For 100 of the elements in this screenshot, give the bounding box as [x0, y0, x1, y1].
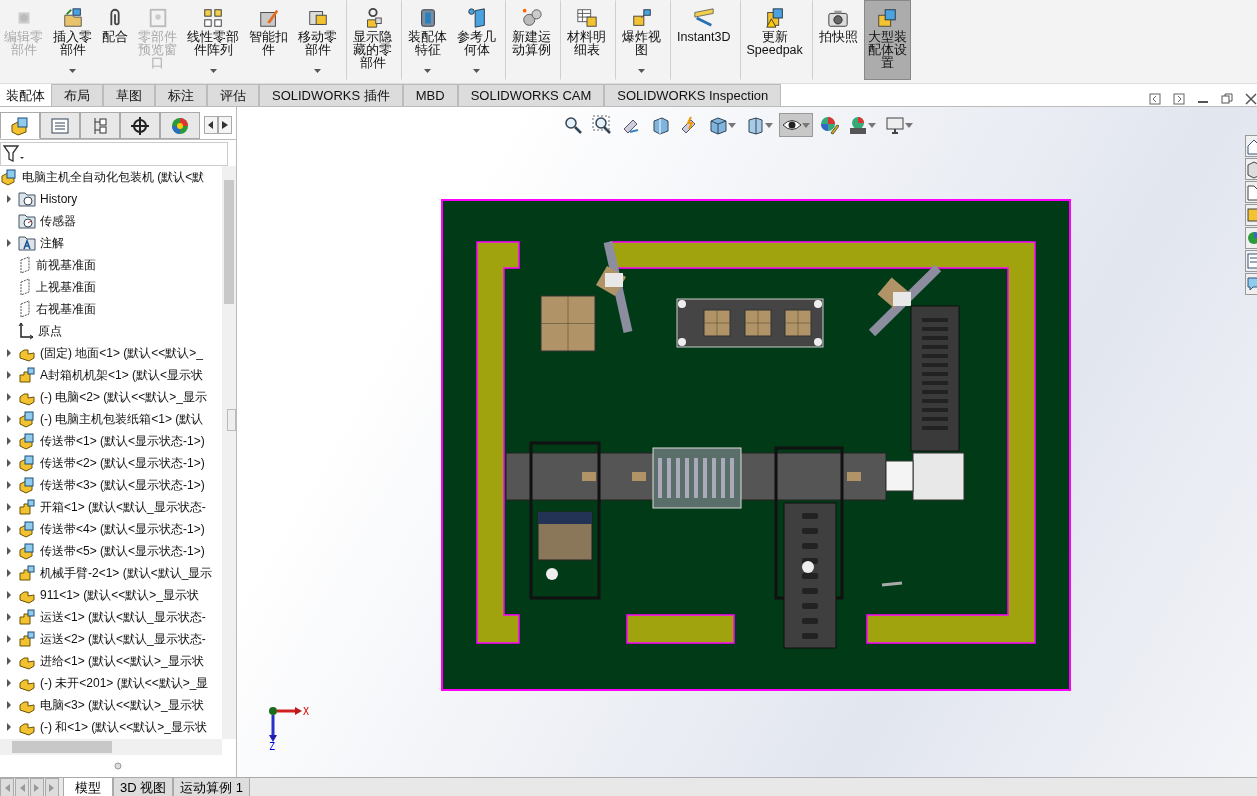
ribbon-tab[interactable]: MBD	[402, 84, 458, 106]
sheet-tab[interactable]: 运动算例 1	[173, 778, 251, 796]
caret-icon	[473, 69, 480, 73]
task-pane-tab[interactable]	[1245, 204, 1257, 226]
scroll-right-button[interactable]	[218, 116, 232, 134]
tree-item[interactable]: 传送带<3> (默认<显示状态-1>)	[40, 476, 205, 494]
blocks-icon	[630, 7, 653, 29]
expand-arrow-icon[interactable]	[4, 722, 14, 732]
expand-arrow-icon[interactable]	[4, 392, 14, 402]
tree-item[interactable]: 传送带<5> (默认<显示状态-1>)	[40, 542, 205, 560]
sheet-tab[interactable]: 模型	[63, 778, 113, 796]
tree-item[interactable]: (-) 电脑主机包装纸箱<1> (默认	[40, 410, 204, 428]
vertical-scrollbar[interactable]	[222, 166, 236, 739]
expand-arrow-icon[interactable]	[4, 546, 14, 556]
ribbon-tab[interactable]: 标注	[155, 84, 207, 106]
ribbon-button[interactable]: 大型装 配体设 置	[863, 0, 911, 80]
sheet-tab[interactable]: 3D 视图	[113, 778, 174, 796]
ribbon-button[interactable]: 拍快照	[811, 0, 862, 80]
caret-icon	[802, 122, 810, 128]
tree-item[interactable]: 右视基准面	[36, 300, 96, 318]
expand-arrow-icon[interactable]	[4, 370, 14, 380]
expand-arrow-icon[interactable]	[4, 502, 14, 512]
expand-arrow-icon[interactable]	[4, 458, 14, 468]
tree-item[interactable]: 911<1> (默认<<默认>_显示状	[40, 586, 199, 604]
ribbon-button[interactable]: 配合	[98, 0, 132, 80]
tree-item[interactable]: 注解	[40, 234, 64, 252]
origin-icon	[18, 322, 34, 340]
expand-arrow-icon[interactable]	[4, 348, 14, 358]
expand-arrow-icon[interactable]	[4, 194, 14, 204]
expand-arrow-icon[interactable]	[4, 568, 14, 578]
ribbon-button[interactable]: 显示隐 藏的零 部件	[346, 0, 396, 80]
ribbon-tab[interactable]: SOLIDWORKS CAM	[457, 84, 605, 106]
expand-arrow-icon[interactable]	[4, 678, 14, 688]
tree-item[interactable]: 运送<1> (默认<默认_显示状态-	[40, 608, 206, 626]
assembly-icon	[18, 410, 36, 428]
plane-icon	[18, 278, 32, 296]
ribbon-tab[interactable]: SOLIDWORKS Inspection	[604, 84, 782, 106]
tree-item[interactable]: 传感器	[40, 212, 76, 230]
ribbon-button[interactable]: 智能扣 件	[245, 0, 292, 80]
tree-item[interactable]: (-) 电脑<2> (默认<<默认>_显示	[40, 388, 208, 406]
tree-item[interactable]: 运送<2> (默认<默认_显示状态-	[40, 630, 206, 648]
tree-item[interactable]: 机械手臂-2<1> (默认<默认_显示	[40, 564, 213, 582]
scroll-left-button[interactable]	[204, 116, 218, 134]
task-pane-tab[interactable]	[1245, 227, 1257, 249]
tree-item[interactable]: (固定) 地面<1> (默认<<默认>_	[40, 344, 204, 362]
restore-icon[interactable]	[1149, 93, 1161, 105]
tree-item[interactable]: 前视基准面	[36, 256, 96, 274]
ribbon-button[interactable]: 材料明 细表	[560, 0, 610, 80]
view-tool-button[interactable]	[779, 113, 813, 137]
tree-item[interactable]: 传送带<1> (默认<显示状态-1>)	[40, 432, 205, 450]
tree-item[interactable]: 电脑<3> (默认<<默认>_显示状	[40, 696, 204, 714]
panel-collapse-handle[interactable]	[227, 409, 236, 431]
ribbon-button[interactable]: 爆炸视 图	[615, 0, 665, 80]
expand-arrow-icon[interactable]	[4, 612, 14, 622]
ribbon-button[interactable]: 参考几 何体	[453, 0, 500, 80]
tree-item[interactable]: 进给<1> (默认<<默认>_显示状	[40, 652, 204, 670]
ribbon-tab[interactable]: SOLIDWORKS 插件	[259, 84, 403, 106]
expand-arrow-icon[interactable]	[4, 700, 14, 710]
tree-item[interactable]: (-) 和<1> (默认<<默认>_显示状	[40, 718, 208, 736]
expand-arrow-icon[interactable]	[4, 634, 14, 644]
ribbon-tab[interactable]: 布局	[51, 84, 103, 106]
tree-item[interactable]: 电脑主机全自动化包装机 (默认<默	[22, 168, 205, 186]
ribbon-button[interactable]: Instant3D	[670, 0, 735, 80]
expand-arrow-icon[interactable]	[4, 238, 14, 248]
caret-icon	[314, 69, 321, 73]
task-pane-tab[interactable]	[1245, 135, 1257, 157]
expand-arrow-icon[interactable]	[4, 524, 14, 534]
expand-arrow-icon[interactable]	[4, 656, 14, 666]
expand-arrow-icon[interactable]	[4, 414, 14, 424]
panel-tab[interactable]	[120, 112, 160, 139]
z-axis-arrow	[269, 715, 277, 742]
tree-item[interactable]: A封箱机机架<1> (默认<显示状	[40, 366, 204, 384]
box-icon	[745, 115, 765, 135]
tile-icon[interactable]	[1173, 93, 1185, 105]
expand-arrow-icon[interactable]	[4, 436, 14, 446]
tree-item[interactable]: 传送带<4> (默认<显示状态-1>)	[40, 520, 205, 538]
pie-icon	[170, 115, 190, 136]
ribbon-button[interactable]: 更新 Speedpak	[739, 0, 807, 80]
filter-field[interactable]	[0, 142, 228, 166]
resize-grip-icon[interactable]	[114, 762, 122, 770]
tree-item[interactable]: 传送带<2> (默认<显示状态-1>)	[40, 454, 205, 472]
ribbon-button[interactable]: 新建运 动算例	[505, 0, 555, 80]
ribbon-button[interactable]: 线性零部 件阵列	[183, 0, 243, 80]
tree-item[interactable]: 开箱<1> (默认<默认_显示状态-	[40, 498, 206, 516]
ribbon-tab[interactable]: 草图	[103, 84, 155, 106]
expand-arrow-icon[interactable]	[4, 590, 14, 600]
task-pane-tab[interactable]	[1245, 158, 1257, 180]
tree-item[interactable]: 原点	[38, 322, 62, 340]
ribbon-tab[interactable]: 评估	[207, 84, 259, 106]
ribbon-button[interactable]: 插入零 部件	[49, 0, 96, 80]
task-pane-tab[interactable]	[1245, 273, 1257, 295]
tree-item[interactable]: 上视基准面	[36, 278, 96, 296]
tree-item[interactable]: History	[40, 192, 78, 206]
horizontal-scrollbar[interactable]	[0, 739, 222, 755]
ribbon-button[interactable]: 装配体 特征	[401, 0, 451, 80]
tree-item[interactable]: (-) 未开<201> (默认<<默认>_显	[40, 674, 209, 692]
ribbon-button[interactable]: 移动零 部件	[294, 0, 341, 80]
maximize-icon[interactable]	[1221, 93, 1233, 105]
close-icon[interactable]	[1245, 93, 1257, 105]
expand-arrow-icon[interactable]	[4, 480, 14, 490]
